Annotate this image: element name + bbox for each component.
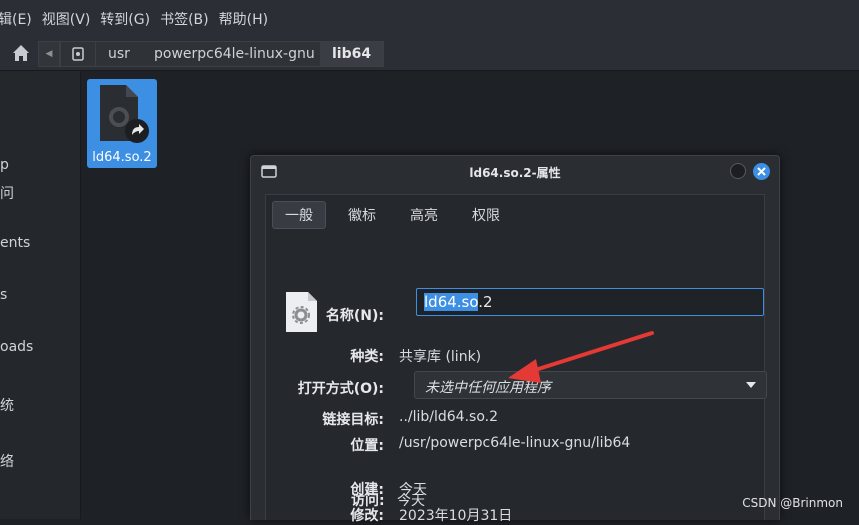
accessed-label: 访问:	[351, 493, 385, 509]
open-with-label: 打开方式(O):	[297, 381, 384, 397]
sidebar-item-6[interactable]: 统	[0, 395, 14, 415]
link-target-label: 链接目标:	[322, 412, 384, 428]
minimize-button[interactable]	[730, 163, 746, 179]
shared-library-file-icon	[100, 85, 149, 143]
name-label: 名称(N):	[325, 308, 384, 324]
home-button[interactable]	[10, 42, 32, 64]
tab-general[interactable]: 一般	[272, 201, 326, 229]
open-with-dropdown[interactable]: 未选中任何应用程序	[414, 371, 767, 399]
tab-highlight[interactable]: 高亮	[398, 201, 450, 229]
sidebar-item-5[interactable]: oads	[0, 339, 33, 355]
drive-icon	[72, 47, 84, 61]
tab-emblems[interactable]: 徽标	[336, 201, 388, 229]
dialog-titlebar[interactable]: ld64.so.2-属性	[251, 156, 779, 186]
type-label: 种类:	[350, 349, 384, 365]
crumb-powerpc64le[interactable]: powerpc64le-linux-gnu	[142, 41, 328, 67]
crumb-lib64[interactable]: lib64	[320, 41, 385, 67]
tab-permissions[interactable]: 权限	[460, 201, 512, 229]
menubar: 辑(E) 视图(V) 转到(G) 书签(B) 帮助(H)	[0, 0, 859, 38]
file-name-label: ld64.so.2	[92, 150, 152, 165]
file-gear-icon	[286, 292, 317, 332]
location-value: /usr/powerpc64le-linux-gnu/lib64	[399, 435, 631, 451]
path-left-arrow-button[interactable]: ◀	[38, 41, 60, 67]
link-target-value: ../lib/ld64.so.2	[399, 409, 499, 425]
home-icon	[13, 45, 29, 61]
open-with-value: 未选中任何应用程序	[425, 380, 551, 396]
menu-help[interactable]: 帮助(H)	[219, 9, 278, 29]
tab-panel: 一般 徽标 高亮 权限 名称(N): ld64.so.2 种类: 共享库 (li…	[265, 194, 767, 524]
sidebar-item-4[interactable]: s	[0, 287, 7, 303]
name-input[interactable]: ld64.so.2	[416, 288, 764, 316]
path-bar: ◀ usr powerpc64le-linux-gnu lib64	[0, 38, 859, 71]
menu-go[interactable]: 转到(G)	[100, 9, 160, 29]
chevron-left-icon: ◀	[45, 49, 53, 59]
name-value-selected: ld64.so	[424, 293, 479, 311]
watermark: CSDN @Brinmon	[742, 496, 843, 510]
location-label: 位置:	[350, 438, 384, 454]
sidebar-item-1[interactable]: p	[0, 157, 9, 173]
properties-dialog: ld64.so.2-属性 一般 徽标 高亮 权限 名称(N): ld64.so.…	[250, 155, 780, 524]
crumb-root-drive[interactable]	[60, 41, 96, 67]
file-item[interactable]: ld64.so.2	[87, 79, 157, 168]
close-icon	[757, 167, 766, 176]
dialog-title: ld64.so.2-属性	[469, 166, 561, 180]
menu-bookmarks[interactable]: 书签(B)	[160, 9, 219, 29]
type-value: 共享库 (link)	[399, 349, 482, 365]
accessed-value: 今天	[397, 493, 425, 509]
chevron-down-icon	[746, 382, 756, 388]
sidebar-item-2[interactable]: 问	[0, 183, 14, 203]
name-value-rest: .2	[478, 293, 493, 311]
sidebar-item-7[interactable]: 络	[0, 451, 14, 471]
menu-view[interactable]: 视图(V)	[42, 9, 101, 29]
sidebar: p 问 ents s oads 统 络	[0, 71, 81, 519]
sidebar-item-3[interactable]: ents	[0, 235, 30, 251]
crumb-usr[interactable]: usr	[96, 41, 143, 67]
menu-edit[interactable]: 辑(E)	[0, 9, 42, 29]
close-button[interactable]	[753, 163, 770, 180]
